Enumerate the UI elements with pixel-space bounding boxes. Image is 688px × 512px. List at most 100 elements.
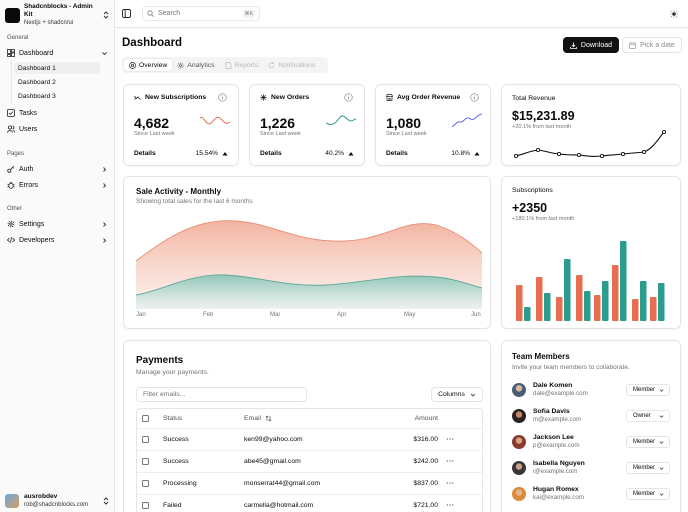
row-actions-button[interactable]: ··· bbox=[438, 436, 463, 443]
member-email: p@example.com bbox=[533, 442, 580, 449]
status-cell: Processing bbox=[163, 480, 197, 487]
member-email: m@example.com bbox=[533, 416, 582, 423]
code-icon bbox=[7, 237, 15, 243]
table-row: Success ken99@yahoo.com $316.00 ··· bbox=[137, 429, 482, 451]
user-menu[interactable]: ausrobdev rob@shadcnblocks.com bbox=[5, 492, 110, 510]
chevron-down-icon bbox=[659, 414, 664, 418]
amount-cell: $721.00 bbox=[413, 502, 438, 509]
sidebar-item-developers[interactable]: Developers bbox=[4, 233, 110, 247]
sparkline bbox=[200, 116, 230, 125]
team-switcher[interactable]: Shadcnblocks - Admin Kit Nextjs + shadcn… bbox=[5, 3, 110, 26]
sidebar-item-settings[interactable]: Settings bbox=[4, 217, 110, 231]
info-icon[interactable] bbox=[344, 93, 353, 102]
tab-notifications[interactable]: Notifications bbox=[263, 59, 320, 71]
role-label: Member bbox=[633, 465, 656, 471]
filter-emails-input[interactable]: Filter emails... bbox=[136, 387, 307, 402]
download-icon bbox=[570, 42, 577, 49]
sidebar-subitem-dashboard-1[interactable]: Dashboard 1 bbox=[14, 62, 100, 74]
payments-table: Status Email Amount Success ken99@yahoo.… bbox=[136, 408, 483, 512]
tab-analytics[interactable]: Analytics bbox=[172, 59, 219, 71]
avatar bbox=[512, 487, 526, 501]
subscriptions-value: +2350 bbox=[512, 201, 548, 215]
member-name: Jackson Lee bbox=[533, 434, 574, 441]
columns-button[interactable]: Columns bbox=[431, 387, 483, 402]
target-icon bbox=[129, 61, 136, 69]
row-actions-button[interactable]: ··· bbox=[438, 480, 463, 487]
sparkline bbox=[326, 115, 356, 125]
sidebar-item-auth[interactable]: Auth bbox=[4, 162, 110, 176]
tab-label: Analytics bbox=[187, 61, 215, 69]
key-icon bbox=[7, 165, 15, 173]
avatar bbox=[512, 383, 526, 397]
column-header-email[interactable]: Email bbox=[244, 415, 380, 422]
stat-details-link[interactable]: Details bbox=[134, 150, 156, 157]
top-bar: Search ⌘K bbox=[116, 0, 688, 28]
payments-card: Payments Manage your payments. Filter em… bbox=[123, 340, 491, 512]
role-select[interactable]: Owner bbox=[626, 410, 670, 422]
chevrons-up-down-icon bbox=[103, 497, 109, 505]
amount-cell: $316.00 bbox=[413, 436, 438, 443]
calendar-icon bbox=[629, 41, 637, 49]
select-all-checkbox[interactable] bbox=[142, 415, 149, 422]
search-placeholder: Search bbox=[158, 10, 181, 17]
row-checkbox[interactable] bbox=[142, 502, 149, 509]
trending-icon bbox=[134, 95, 141, 100]
table-row: Failed carmella@hotmail.com $721.00 ··· bbox=[137, 495, 482, 512]
team-description: Invite your team members to collaborate. bbox=[512, 364, 630, 371]
sale-activity-card: Sale Activity - Monthly Showing total sa… bbox=[123, 176, 491, 329]
tab-overview[interactable]: Overview bbox=[124, 59, 173, 71]
team-member-row: Dale Komen dale@example.com Member bbox=[512, 380, 670, 400]
revenue-line-chart bbox=[513, 129, 667, 159]
chart-title: Sale Activity - Monthly bbox=[136, 187, 222, 196]
sales-area-chart bbox=[136, 220, 482, 309]
row-actions-button[interactable]: ··· bbox=[438, 502, 463, 509]
search-icon bbox=[147, 10, 154, 17]
email-cell: monserrat44@gmail.com bbox=[244, 480, 321, 487]
row-checkbox[interactable] bbox=[142, 458, 149, 465]
sidebar-item-label: Dashboard bbox=[19, 49, 54, 57]
row-checkbox[interactable] bbox=[142, 436, 149, 443]
role-select[interactable]: Member bbox=[626, 462, 670, 474]
stat-value: 1,226 bbox=[260, 115, 296, 131]
gear-icon bbox=[7, 220, 15, 228]
team-member-row: Hugan Romex kai@example.com Member bbox=[512, 484, 670, 504]
caret-up-icon bbox=[474, 152, 480, 156]
stat-title: New Subscriptions bbox=[145, 94, 207, 101]
search-input[interactable]: Search ⌘K bbox=[142, 6, 260, 21]
team-title: Team Members bbox=[512, 352, 570, 361]
x-axis-tick: Jan bbox=[136, 312, 146, 318]
sidebar-subitem-dashboard-2[interactable]: Dashboard 2 bbox=[14, 76, 100, 88]
stat-details-link[interactable]: Details bbox=[386, 150, 408, 157]
tab-reports[interactable]: Reports bbox=[220, 59, 264, 71]
sparkline bbox=[452, 113, 482, 128]
sidebar-subitem-dashboard-3[interactable]: Dashboard 3 bbox=[14, 90, 100, 102]
sidebar-item-label: Auth bbox=[19, 165, 34, 173]
role-select[interactable]: Member bbox=[626, 384, 670, 396]
date-picker-label: Pick a date bbox=[640, 41, 675, 49]
date-picker-button[interactable]: Pick a date bbox=[622, 37, 682, 53]
user-name: ausrobdev bbox=[24, 493, 58, 500]
row-actions-button[interactable]: ··· bbox=[438, 458, 463, 465]
x-axis-tick: Mar bbox=[270, 312, 281, 318]
download-button[interactable]: Download bbox=[563, 37, 619, 53]
amount-cell: $242.00 bbox=[413, 458, 438, 465]
sidebar-item-errors[interactable]: Errors bbox=[4, 178, 110, 192]
row-checkbox[interactable] bbox=[142, 480, 149, 487]
chevrons-up-down-icon bbox=[103, 11, 109, 19]
sidebar-item-tasks[interactable]: Tasks bbox=[4, 106, 110, 120]
x-axis-tick: Jun bbox=[471, 312, 481, 318]
caret-up-icon bbox=[222, 152, 228, 156]
subscriptions-change: +180.1% from last month bbox=[512, 216, 575, 222]
info-icon[interactable] bbox=[470, 93, 479, 102]
info-icon[interactable] bbox=[218, 93, 227, 102]
role-select[interactable]: Member bbox=[626, 436, 670, 448]
stat-details-link[interactable]: Details bbox=[260, 150, 282, 157]
sidebar-item-dashboard[interactable]: Dashboard bbox=[4, 46, 110, 60]
sidebar-item-users[interactable]: Users bbox=[4, 122, 110, 136]
layout-dashboard-icon bbox=[7, 49, 15, 57]
sun-icon[interactable] bbox=[670, 10, 678, 18]
sidebar-toggle-icon[interactable] bbox=[122, 9, 131, 18]
role-select[interactable]: Member bbox=[626, 488, 670, 500]
subscriptions-card: Subscriptions +2350 +180.1% from last mo… bbox=[501, 176, 681, 329]
checklist-icon bbox=[7, 109, 15, 117]
